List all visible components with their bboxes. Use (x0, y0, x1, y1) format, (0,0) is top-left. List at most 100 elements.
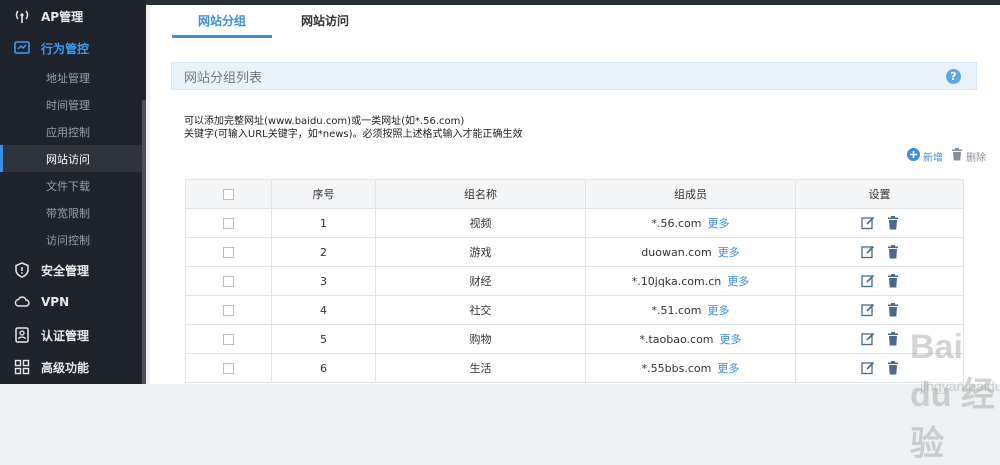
row-group-name: 购物 (375, 324, 586, 354)
row-settings-cell (795, 208, 964, 238)
row-no: 5 (271, 324, 376, 354)
col-header-name: 组名称 (375, 179, 586, 209)
sidebar-sub-bandwidth[interactable]: 带宽限制 (0, 199, 142, 226)
edit-icon[interactable] (860, 303, 875, 317)
row-select-cell (185, 353, 272, 383)
row-checkbox[interactable] (223, 218, 234, 229)
delete-label: 删除 (966, 152, 986, 164)
trash-icon[interactable] (887, 216, 899, 230)
help-icon[interactable]: ? (946, 69, 961, 84)
edit-icon[interactable] (860, 274, 875, 288)
row-no: 2 (271, 237, 376, 267)
sidebar-item-label: 安全管理 (41, 263, 90, 278)
id-card-icon (13, 326, 31, 344)
sidebar-item-vpn[interactable]: VPN (0, 286, 146, 318)
row-select-cell (185, 208, 272, 238)
row-members-cell: *.10jqka.com.cn 更多 (585, 266, 796, 296)
add-label: 新增 (923, 152, 943, 164)
sidebar-sub-time[interactable]: 时间管理 (0, 91, 142, 118)
trash-icon[interactable] (887, 361, 899, 375)
plus-circle-icon (907, 148, 920, 164)
edit-icon[interactable] (860, 216, 875, 230)
more-link[interactable]: 更多 (717, 362, 739, 375)
section-title: 网站分组列表 (184, 70, 263, 86)
sidebar-item-security[interactable]: 安全管理 (0, 254, 146, 286)
sidebar-item-label: 认证管理 (41, 328, 90, 343)
select-all-checkbox[interactable] (223, 189, 234, 200)
col-header-members: 组成员 (585, 179, 796, 209)
sidebar-item-advanced[interactable]: 高级功能 (0, 351, 146, 383)
tab-bar: 网站分组 网站访问 (150, 5, 1000, 38)
sidebar-sub-address[interactable]: 地址管理 (0, 64, 142, 91)
sidebar-item-label: VPN (41, 295, 70, 309)
trash-icon[interactable] (887, 274, 899, 288)
table-row: 3 财经 *.10jqka.com.cn 更多 (185, 266, 964, 296)
sidebar-item-label: 行为管控 (41, 41, 90, 56)
row-no: 4 (271, 295, 376, 325)
table-row: 2 游戏 duowan.com 更多 (185, 237, 964, 267)
table-row: 1 视频 *.56.com 更多 (185, 208, 964, 238)
sidebar-sub-website-access[interactable]: 网站访问 (0, 145, 142, 172)
row-members-cell: duowan.com 更多 (585, 237, 796, 267)
edit-icon[interactable] (860, 245, 875, 259)
trash-icon[interactable] (887, 303, 899, 317)
delete-button[interactable]: 删除 (951, 148, 986, 164)
row-members-cell: *.55bbs.com 更多 (585, 353, 796, 383)
sidebar-item-ap[interactable]: AP管理 (0, 0, 146, 32)
row-select-cell (185, 324, 272, 354)
more-link[interactable]: 更多 (720, 333, 742, 346)
row-members-cell: *.taobao.com 更多 (585, 324, 796, 354)
select-all-cell (185, 179, 272, 209)
col-header-settings: 设置 (795, 179, 964, 209)
add-button[interactable]: 新增 (907, 148, 943, 164)
row-no: 6 (271, 353, 376, 383)
watermark-url: jingyan.baidu.com (920, 378, 1000, 394)
row-no: 3 (271, 266, 376, 296)
row-member: *.taobao.com (639, 333, 714, 346)
more-link[interactable]: 更多 (718, 246, 740, 259)
sidebar-item-behavior[interactable]: 行为管控 (0, 32, 146, 64)
sidebar-item-label: AP管理 (41, 9, 84, 24)
row-no: 1 (271, 208, 376, 238)
sidebar-item-label: 高级功能 (41, 360, 90, 375)
tab-website-group[interactable]: 网站分组 (172, 5, 272, 38)
row-members-cell: *.56.com 更多 (585, 208, 796, 238)
row-checkbox[interactable] (223, 276, 234, 287)
table-row: 6 生活 *.55bbs.com 更多 (185, 353, 964, 383)
more-link[interactable]: 更多 (727, 275, 749, 288)
row-select-cell (185, 237, 272, 267)
row-member: *.51.com (651, 304, 702, 317)
col-header-no: 序号 (271, 179, 376, 209)
more-link[interactable]: 更多 (707, 217, 729, 230)
table-header-row: 序号 组名称 组成员 设置 (185, 179, 964, 209)
section-header: 网站分组列表 ? (171, 62, 977, 90)
main-content: 网站分组列表 ? 可以添加完整网址(www.baidu.com)或一类网址(如*… (150, 38, 1000, 463)
monitor-icon (13, 39, 31, 57)
row-member: *.55bbs.com (641, 362, 712, 375)
sidebar-sub-app-control[interactable]: 应用控制 (0, 118, 142, 145)
edit-icon[interactable] (860, 332, 875, 346)
row-checkbox[interactable] (223, 305, 234, 316)
row-checkbox[interactable] (223, 334, 234, 345)
row-settings-cell (795, 237, 964, 267)
tab-website-access[interactable]: 网站访问 (275, 5, 375, 38)
trash-icon[interactable] (887, 245, 899, 259)
row-member: *.10jqka.com.cn (631, 275, 722, 288)
row-group-name: 财经 (375, 266, 586, 296)
grid-icon (13, 358, 31, 376)
row-settings-cell (795, 295, 964, 325)
trash-icon[interactable] (887, 332, 899, 346)
row-members-cell: *.51.com 更多 (585, 295, 796, 325)
sidebar-sub-access-control[interactable]: 访问控制 (0, 226, 142, 253)
shield-icon (13, 261, 31, 279)
edit-icon[interactable] (860, 361, 875, 375)
cloud-icon (13, 293, 31, 311)
row-member: duowan.com (641, 246, 712, 259)
sidebar-scrollbar[interactable] (142, 100, 146, 384)
row-member: *.56.com (651, 217, 702, 230)
more-link[interactable]: 更多 (707, 304, 729, 317)
row-checkbox[interactable] (223, 247, 234, 258)
sidebar-sub-file-download[interactable]: 文件下载 (0, 172, 142, 199)
sidebar-item-auth[interactable]: 认证管理 (0, 319, 146, 351)
row-checkbox[interactable] (223, 363, 234, 374)
